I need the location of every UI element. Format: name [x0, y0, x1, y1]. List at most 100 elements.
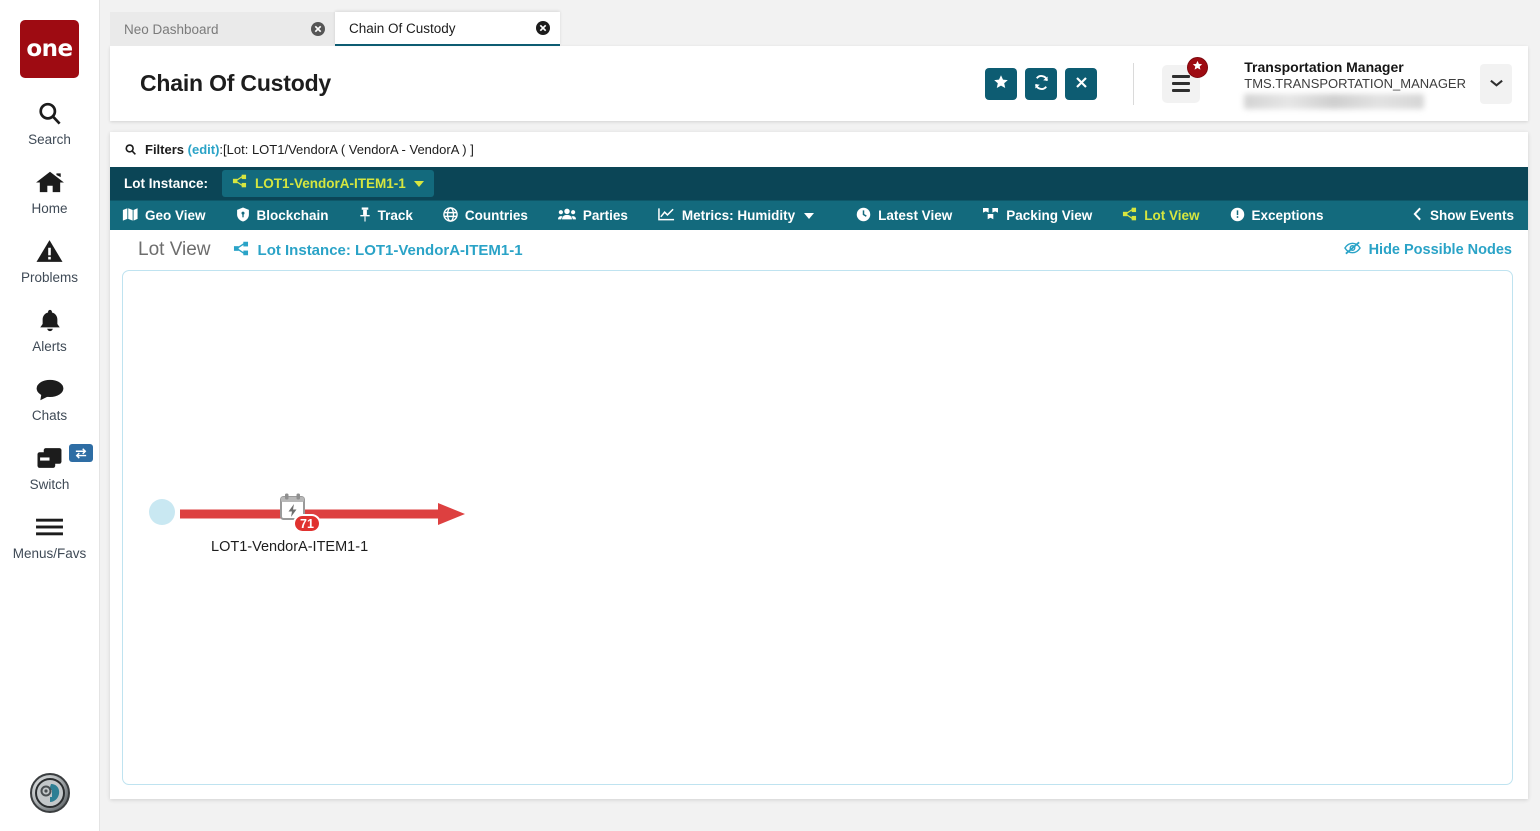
- brand-logo-text: one: [26, 36, 73, 62]
- filter-edit-link[interactable]: (edit): [188, 142, 220, 157]
- lot-instance-bar: Lot Instance: LOT1-VendorA-ITEM1-1: [110, 167, 1528, 200]
- share-nodes-icon: [232, 174, 247, 193]
- close-icon[interactable]: [536, 21, 550, 35]
- sidebar-item-alerts[interactable]: Alerts: [0, 304, 100, 354]
- favorite-button[interactable]: [985, 67, 1018, 100]
- filter-value: [Lot: LOT1/VendorA ( VendorA - VendorA )…: [223, 142, 474, 157]
- warning-triangle-icon: [35, 235, 64, 267]
- user-profile[interactable]: Transportation Manager TMS.TRANSPORTATIO…: [1244, 59, 1512, 109]
- sidebar-item-label: Search: [28, 132, 71, 147]
- lot-instance-selector[interactable]: LOT1-VendorA-ITEM1-1: [222, 170, 434, 197]
- tab-label: Track: [377, 208, 413, 223]
- sidebar-item-home[interactable]: Home: [0, 166, 100, 216]
- map-icon: [122, 207, 138, 224]
- hide-possible-nodes-label: Hide Possible Nodes: [1368, 242, 1512, 258]
- user-role: Transportation Manager: [1244, 58, 1404, 75]
- user-login: TMS.TRANSPORTATION_MANAGER: [1244, 75, 1466, 91]
- graph-start-node[interactable]: [149, 499, 175, 525]
- event-count-badge[interactable]: 71: [293, 514, 321, 533]
- sidebar-item-chats[interactable]: Chats: [0, 373, 100, 423]
- page-title: Chain Of Custody: [140, 70, 332, 96]
- refresh-icon: [1033, 74, 1050, 94]
- tab-latest-view[interactable]: Latest View: [856, 207, 952, 225]
- star-icon: [993, 74, 1009, 93]
- search-icon: [124, 143, 137, 156]
- close-icon[interactable]: [311, 22, 325, 36]
- sidebar-item-label: Alerts: [32, 339, 67, 354]
- windows-stack-icon: [35, 442, 65, 474]
- sidebar-item-label: Home: [31, 201, 68, 216]
- chevron-down-icon: [1489, 76, 1504, 91]
- show-events-button[interactable]: Show Events: [1413, 207, 1514, 224]
- tab-countries[interactable]: Countries: [443, 206, 528, 225]
- star-badge[interactable]: [1187, 56, 1209, 78]
- assistant-avatar-icon[interactable]: [29, 773, 70, 813]
- tab-packing-view[interactable]: Packing View: [982, 207, 1092, 225]
- users-icon: [557, 207, 576, 224]
- chart-line-icon: [658, 207, 675, 224]
- share-nodes-icon: [233, 241, 249, 260]
- graph-edge[interactable]: [180, 499, 470, 529]
- tab-label: Blockchain: [256, 208, 329, 223]
- header-divider: [1133, 62, 1135, 105]
- main-area: Neo Dashboard Chain Of Custody Chain Of …: [100, 0, 1540, 831]
- caret-down-icon: [413, 180, 424, 187]
- tab-label: Exceptions: [1251, 208, 1324, 223]
- tab-chain-of-custody[interactable]: Chain Of Custody: [335, 12, 560, 46]
- swap-arrows-icon[interactable]: [68, 444, 93, 462]
- sidebar-item-label: Switch: [29, 477, 70, 492]
- brand-logo[interactable]: one: [20, 20, 79, 78]
- boxes-icon: [982, 207, 999, 225]
- lot-instance-link-label: Lot Instance: LOT1-VendorA-ITEM1-1: [257, 241, 523, 259]
- tab-neo-dashboard[interactable]: Neo Dashboard: [110, 12, 335, 46]
- pin-icon: [359, 206, 371, 225]
- tab-label: Packing View: [1006, 208, 1093, 223]
- tab-track[interactable]: Track: [359, 206, 413, 225]
- tab-label: Latest View: [878, 208, 953, 223]
- filter-bar[interactable]: Filters (edit) : [Lot: LOT1/VendorA ( Ve…: [110, 132, 1528, 167]
- hamburger-icon: [35, 511, 64, 543]
- tab-exceptions[interactable]: Exceptions: [1230, 207, 1324, 225]
- chat-bubble-icon: [35, 373, 65, 405]
- sidebar-item-switch[interactable]: Switch: [0, 442, 100, 492]
- lot-instance-label: Lot Instance:: [124, 176, 209, 191]
- lot-graph-canvas[interactable]: 71 LOT1-VendorA-ITEM1-1: [122, 270, 1513, 785]
- header-menu-wrapper: [1162, 56, 1209, 103]
- chevron-left-icon: [1413, 207, 1422, 224]
- hamburger-icon: [1172, 89, 1191, 92]
- refresh-button[interactable]: [1025, 67, 1058, 100]
- page-header: Chain Of Custody Transportation Manager …: [110, 46, 1528, 121]
- tab-metrics-humidity[interactable]: Metrics: Humidity: [658, 207, 815, 224]
- bell-icon: [37, 304, 63, 336]
- hide-possible-nodes-button[interactable]: Hide Possible Nodes: [1343, 241, 1512, 259]
- sidebar-item-search[interactable]: Search: [0, 97, 100, 147]
- left-navigation-rail: one Search Home Problems Alerts Chats Sw…: [0, 0, 100, 831]
- star-icon: [1192, 58, 1203, 76]
- sidebar-item-problems[interactable]: Problems: [0, 235, 100, 285]
- share-nodes-icon: [1122, 207, 1137, 224]
- graph-node-label: LOT1-VendorA-ITEM1-1: [211, 539, 369, 555]
- hamburger-icon: [1172, 82, 1191, 85]
- show-events-label: Show Events: [1429, 208, 1514, 223]
- tab-blockchain[interactable]: Blockchain: [236, 206, 329, 225]
- tab-strip: Neo Dashboard Chain Of Custody: [100, 0, 1540, 46]
- lot-instance-value: LOT1-VendorA-ITEM1-1: [255, 176, 406, 191]
- tab-label: Neo Dashboard: [124, 21, 219, 37]
- close-button[interactable]: [1065, 67, 1098, 100]
- lot-instance-link[interactable]: Lot Instance: LOT1-VendorA-ITEM1-1: [233, 241, 523, 260]
- close-icon: [1074, 75, 1089, 93]
- caret-down-icon: [804, 212, 815, 219]
- tab-geo-view[interactable]: Geo View: [122, 207, 206, 224]
- tab-lot-view[interactable]: Lot View: [1122, 207, 1200, 224]
- tab-parties[interactable]: Parties: [557, 207, 628, 224]
- filter-label: Filters: [145, 142, 185, 157]
- user-menu-button[interactable]: [1480, 63, 1512, 104]
- tab-label: Parties: [582, 208, 628, 223]
- tab-label: Geo View: [145, 208, 206, 223]
- home-icon: [35, 166, 65, 198]
- tab-label: Lot View: [1144, 208, 1200, 223]
- search-icon: [36, 97, 63, 129]
- sidebar-item-label: Menus/Favs: [12, 546, 87, 561]
- exclamation-circle-icon: [1230, 207, 1245, 225]
- sidebar-item-menus-favs[interactable]: Menus/Favs: [0, 511, 100, 561]
